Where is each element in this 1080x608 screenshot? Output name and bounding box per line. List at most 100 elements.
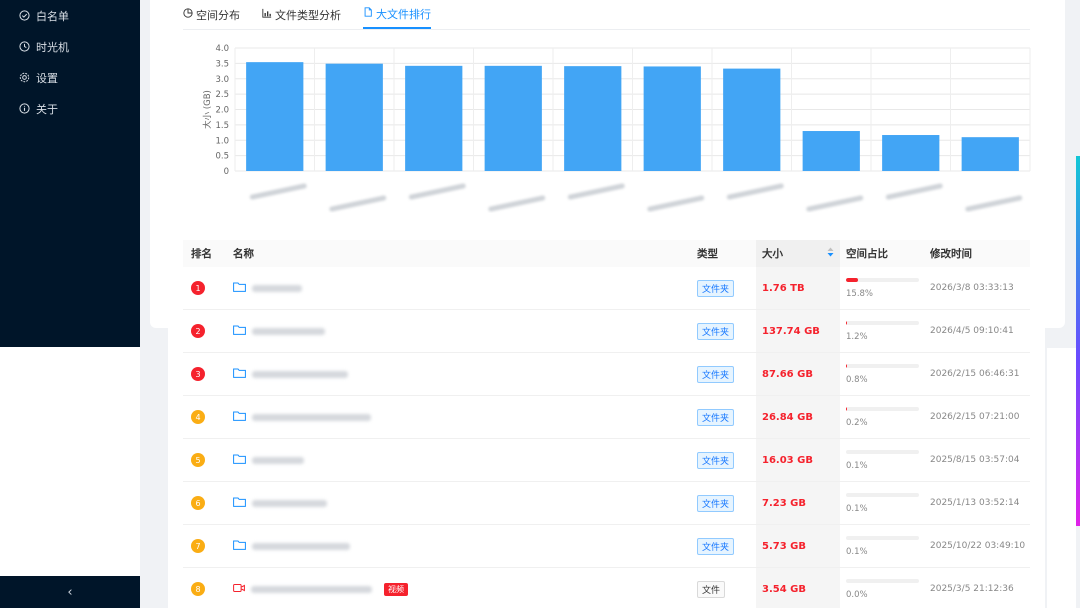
type-tag: 文件夹 — [697, 537, 735, 555]
x-tick-label — [885, 183, 943, 200]
size-value: 87.66 GB — [762, 368, 813, 380]
file-name-redacted — [252, 327, 325, 335]
video-icon — [233, 583, 245, 596]
bar — [882, 135, 940, 171]
name-cell[interactable] — [225, 411, 690, 424]
file-name-redacted — [252, 413, 371, 421]
x-tick-label — [408, 183, 466, 200]
y-tick-label: 2.0 — [215, 106, 229, 116]
size-cell: 1.76 TB — [756, 267, 840, 309]
header-size-sort[interactable]: 大小 — [756, 240, 840, 267]
sidebar-collapse-button[interactable]: ‹ — [0, 576, 140, 608]
ratio-value: 0.1% — [846, 503, 868, 514]
ratio-value: 0.1% — [846, 546, 868, 557]
table-row[interactable]: 8 视频 文件 3.54 GB 0.0% 2025/3/5 21:12:36 — [183, 568, 1030, 608]
type-tag: 文件夹 — [697, 279, 735, 297]
time-cell: 2025/3/5 21:12:36 — [930, 584, 1014, 594]
size-cell: 7.23 GB — [756, 482, 840, 524]
ratio-cell: 0.0% — [840, 578, 926, 600]
folder-icon — [233, 325, 246, 338]
rank-cell: 5 — [183, 453, 225, 467]
table-row[interactable]: 7 文件夹 5.73 GB 0.1% 2025/10/22 03:49:10 — [183, 525, 1030, 568]
table-body: 1 文件夹 1.76 TB 15.8% 2026/3/8 03:33:13 2 文件夹 137… — [183, 267, 1030, 608]
type-tag: 文件 — [697, 580, 726, 598]
type-tag: 文件夹 — [697, 451, 735, 469]
x-tick-label — [647, 195, 705, 212]
table-row[interactable]: 5 文件夹 16.03 GB 0.1% 2025/8/15 03:57:04 — [183, 439, 1030, 482]
chevron-left-icon: ‹ — [67, 584, 73, 600]
ratio-cell: 0.1% — [840, 449, 926, 471]
ratio-bar — [846, 578, 919, 583]
bar — [246, 62, 304, 171]
size-value: 137.74 GB — [762, 325, 820, 337]
file-name-redacted — [252, 542, 350, 550]
type-cell: 文件夹 — [690, 494, 756, 512]
size-cell: 3.54 GB — [756, 568, 840, 608]
file-name-redacted — [252, 370, 348, 378]
name-cell[interactable] — [225, 540, 690, 553]
ratio-value: 15.8% — [846, 288, 874, 299]
ratio-value: 0.2% — [846, 417, 868, 428]
sort-icon — [827, 247, 834, 260]
folder-icon — [233, 540, 246, 553]
x-tick-label — [726, 183, 784, 200]
size-value: 1.76 TB — [762, 282, 805, 294]
name-cell[interactable] — [225, 282, 690, 295]
tab-space-distribution[interactable]: 空间分布 — [183, 0, 240, 29]
table-row[interactable]: 4 文件夹 26.84 GB 0.2% 2026/2/15 07:21:00 — [183, 396, 1030, 439]
type-cell: 文件夹 — [690, 408, 756, 426]
file-name-redacted — [252, 284, 302, 292]
ratio-cell: 0.8% — [840, 363, 926, 385]
rank-badge: 4 — [191, 410, 205, 424]
table-row[interactable]: 6 文件夹 7.23 GB 0.1% 2025/1/13 03:52:14 — [183, 482, 1030, 525]
sidebar-item-about[interactable]: 关于 — [0, 93, 140, 124]
sidebar-item-whitelist[interactable]: 白名单 — [0, 0, 140, 31]
rank-badge: 1 — [191, 281, 205, 295]
scrollbar[interactable] — [1076, 156, 1080, 526]
ratio-bar-fill — [846, 363, 848, 368]
folder-icon — [233, 454, 246, 467]
type-cell: 文件夹 — [690, 451, 756, 469]
time-cell: 2025/10/22 03:49:10 — [930, 541, 1026, 551]
video-badge: 视频 — [384, 582, 408, 596]
name-cell[interactable] — [225, 325, 690, 338]
tab-file-type-analysis[interactable]: 文件类型分析 — [262, 0, 341, 29]
sidebar-item-timemachine[interactable]: 时光机 — [0, 31, 140, 62]
size-cell: 87.66 GB — [756, 353, 840, 395]
ratio-bar — [846, 449, 919, 454]
name-cell[interactable] — [225, 497, 690, 510]
y-tick-label: 3.0 — [215, 75, 229, 85]
table-header: 排名 名称 类型 大小 空间占比 修改时间 — [183, 240, 1030, 267]
table-row[interactable]: 1 文件夹 1.76 TB 15.8% 2026/3/8 03:33:13 — [183, 267, 1030, 310]
bar — [484, 65, 542, 171]
time-cell: 2026/3/8 03:33:13 — [930, 283, 1014, 293]
table-row[interactable]: 2 文件夹 137.74 GB 1.2% 2026/4/5 09:10:41 — [183, 310, 1030, 353]
ratio-cell: 15.8% — [840, 277, 926, 299]
name-cell[interactable]: 视频 — [225, 582, 690, 596]
ratio-cell: 0.1% — [840, 492, 926, 514]
rank-badge: 8 — [191, 582, 205, 596]
ratio-value: 1.2% — [846, 331, 868, 342]
size-cell: 16.03 GB — [756, 439, 840, 481]
ratio-bar — [846, 535, 919, 540]
name-cell[interactable] — [225, 454, 690, 467]
name-cell[interactable] — [225, 368, 690, 381]
rank-badge: 2 — [191, 324, 205, 338]
size-cell: 5.73 GB — [756, 525, 840, 567]
table-row[interactable]: 3 文件夹 87.66 GB 0.8% 2026/2/15 06:46:31 — [183, 353, 1030, 396]
sidebar-item-label: 关于 — [36, 102, 58, 116]
tab-large-file-ranking[interactable]: 大文件排行 — [363, 0, 431, 29]
sidebar-gap — [0, 347, 140, 576]
sidebar-item-settings[interactable]: 设置 — [0, 62, 140, 93]
ratio-bar-fill — [846, 277, 858, 282]
rank-badge: 5 — [191, 453, 205, 467]
history-icon — [18, 41, 30, 53]
folder-icon — [233, 411, 246, 424]
rank-badge: 3 — [191, 367, 205, 381]
rank-cell: 4 — [183, 410, 225, 424]
file-name-redacted — [252, 456, 304, 464]
sidebar-item-label: 设置 — [36, 71, 58, 85]
y-axis-label: 大小 (GB) — [202, 90, 213, 129]
header-name: 名称 — [233, 248, 254, 260]
pie-chart-icon — [183, 8, 193, 21]
